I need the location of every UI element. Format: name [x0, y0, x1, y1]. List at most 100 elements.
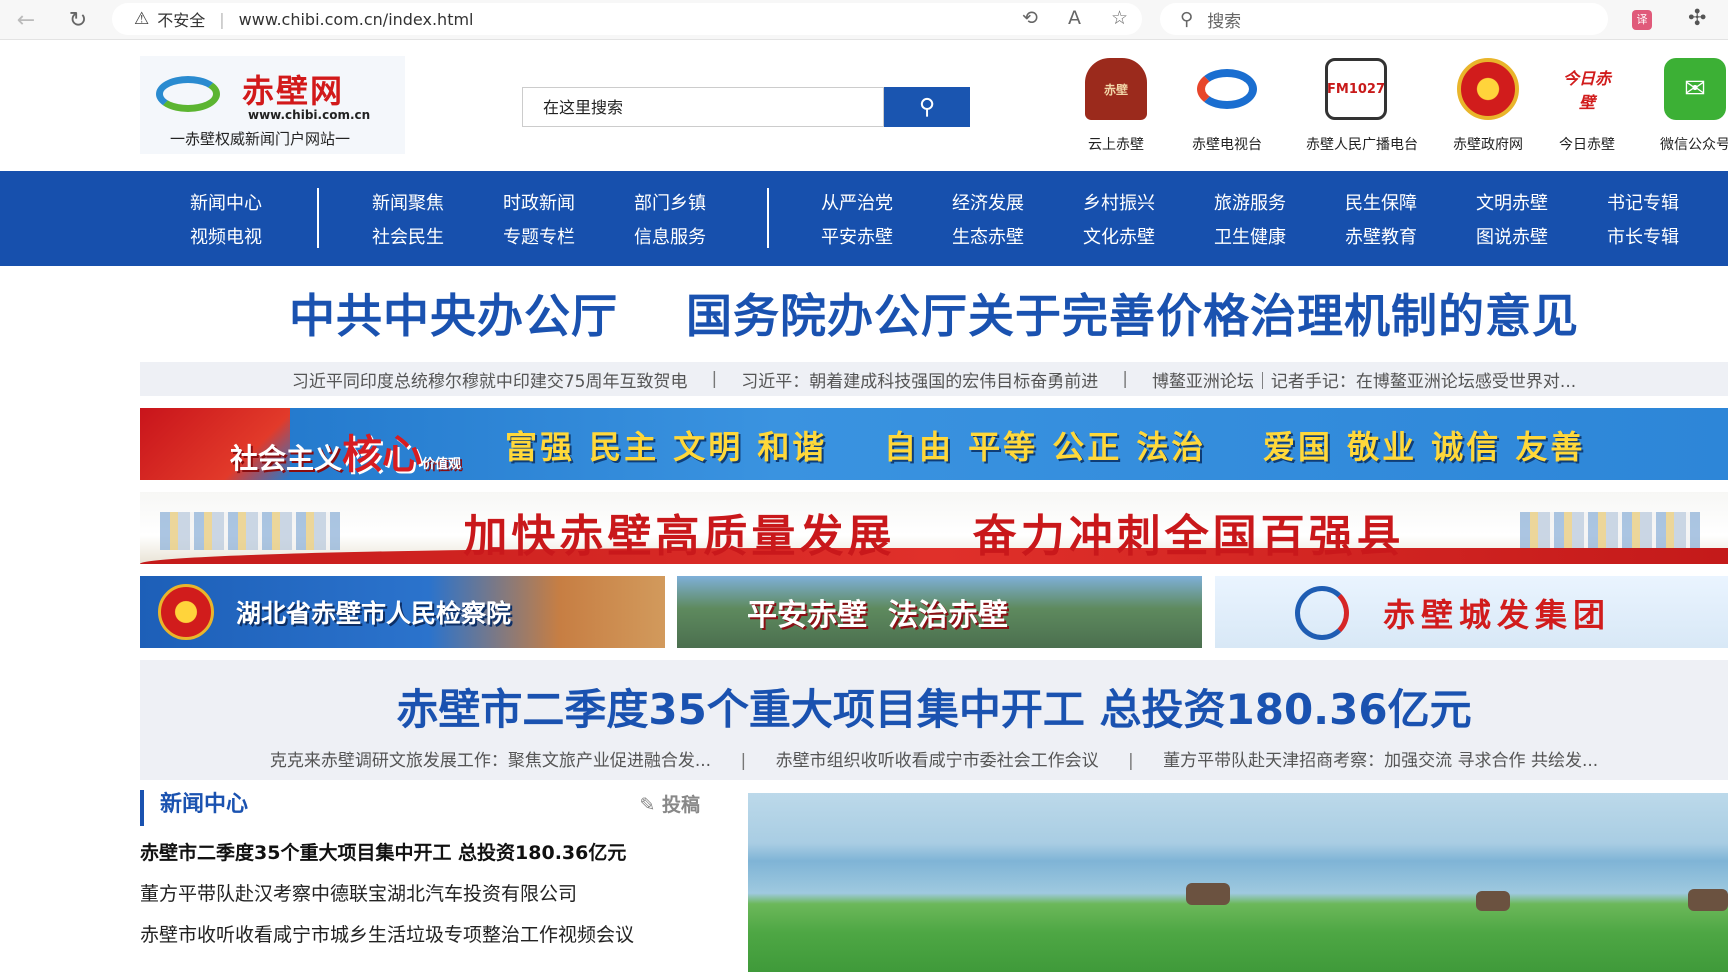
- link-divider: |: [711, 369, 718, 389]
- nav-item[interactable]: 社会民生: [372, 223, 444, 249]
- quick-link-government[interactable]: 赤壁政府网: [1438, 58, 1538, 154]
- browser-search-box[interactable]: ⚲ 搜索: [1160, 3, 1608, 35]
- site-logo[interactable]: 赤壁网 www.chibi.com.cn 一赤壁权威新闻门户网站一: [140, 56, 405, 154]
- nav-item[interactable]: 乡村振兴: [1083, 189, 1155, 215]
- grassland-photo[interactable]: [748, 793, 1728, 972]
- core-values-logo: 社会主义核心价值观: [230, 422, 461, 480]
- news-item[interactable]: 赤壁市收听收看咸宁市城乡生活垃圾专项整治工作视频会议: [140, 920, 700, 947]
- development-text: 加快赤壁高质量发展 奋力冲刺全国百强县: [463, 511, 1405, 562]
- feature-link[interactable]: 董方平带队赴天津招商考察：加强交流 寻求合作 共绘发...: [1163, 751, 1598, 771]
- urban-development-ad-text: 赤壁城发集团: [1383, 596, 1612, 634]
- nav-item[interactable]: 新闻中心: [190, 189, 262, 215]
- core-values-banner[interactable]: 社会主义核心价值观 富强 民主 文明 和谐 自由 平等 公正 法治 爱国 敬业 …: [140, 408, 1728, 480]
- translate-icon[interactable]: ⟲: [1022, 7, 1038, 29]
- wechat-icon: ✉: [1664, 58, 1726, 120]
- nav-item[interactable]: 新闻聚焦: [372, 189, 444, 215]
- cow-figure: [1186, 883, 1230, 905]
- read-aloud-icon[interactable]: A: [1068, 7, 1081, 29]
- nav-item[interactable]: 文化赤壁: [1083, 223, 1155, 249]
- link-divider: |: [740, 751, 747, 771]
- link-divider: |: [1122, 369, 1128, 389]
- logo-domain: www.chibi.com.cn: [248, 108, 371, 122]
- cow-figure: [1476, 891, 1510, 911]
- core-values-text: 富强 民主 文明 和谐 自由 平等 公正 法治 爱国 敬业 诚信 友善: [505, 428, 1586, 466]
- address-divider: |: [219, 9, 225, 29]
- nav-item[interactable]: 经济发展: [952, 189, 1024, 215]
- news-item[interactable]: 赤壁市二季度35个重大项目集中开工 总投资180.36亿元: [140, 838, 700, 865]
- nav-item[interactable]: 从严治党: [821, 189, 893, 215]
- safe-chibi-ad[interactable]: 平安赤壁 法治赤壁: [677, 576, 1202, 648]
- link-divider: |: [1128, 751, 1134, 771]
- core-values-core: 核心: [342, 431, 423, 478]
- quick-link-tv-station[interactable]: 赤壁电视台: [1177, 58, 1277, 154]
- back-arrow-icon[interactable]: ←: [12, 6, 40, 34]
- favorite-star-icon[interactable]: ☆: [1111, 7, 1128, 29]
- edit-icon: ✎: [639, 794, 662, 816]
- nav-item[interactable]: 时政新闻: [503, 189, 575, 215]
- quick-link-today-chibi[interactable]: 今日赤壁 今日赤壁: [1537, 58, 1637, 154]
- nav-item[interactable]: 信息服务: [634, 223, 706, 249]
- nav-item[interactable]: 市长专辑: [1607, 223, 1679, 249]
- nav-item[interactable]: 生态赤壁: [952, 223, 1024, 249]
- headline-link[interactable]: 习近平：朝着建成科技强国的宏伟目标奋勇前进: [741, 367, 1098, 392]
- procuratorate-ad[interactable]: 湖北省赤壁市人民检察院: [140, 576, 665, 648]
- news-center-title: 新闻中心: [160, 792, 249, 817]
- procuratorate-ad-text: 湖北省赤壁市人民检察院: [236, 599, 512, 628]
- refresh-icon[interactable]: ↻: [64, 6, 92, 34]
- submit-article-button[interactable]: ✎ 投稿: [639, 790, 700, 820]
- today-chibi-icon: 今日赤壁: [1562, 69, 1611, 112]
- site-search-input[interactable]: [522, 87, 884, 127]
- nav-item[interactable]: 图说赤壁: [1476, 223, 1548, 249]
- url-text[interactable]: www.chibi.com.cn/index.html: [239, 10, 474, 29]
- extension-icon[interactable]: 译: [1632, 10, 1652, 30]
- nav-item[interactable]: 文明赤壁: [1476, 189, 1548, 215]
- radio-fm1027-icon: FM1027: [1325, 58, 1387, 120]
- nav-divider: [767, 188, 769, 248]
- feature-links: 克克来赤壁调研文旅发展工作：聚焦文旅产业促进融合发... | 赤壁市组织收听收看…: [140, 746, 1728, 771]
- nav-item[interactable]: 部门乡镇: [634, 189, 706, 215]
- news-item[interactable]: 董方平带队赴汉考察中德联宝湖北汽车投资有限公司: [140, 879, 700, 906]
- core-values-suffix: 价值观: [422, 457, 462, 472]
- nav-item[interactable]: 书记专辑: [1607, 189, 1679, 215]
- main-nav: 新闻中心 视频电视 新闻聚焦 社会民生 时政新闻 专题专栏 部门乡镇 信息服务 …: [0, 171, 1728, 266]
- development-banner[interactable]: 加快赤壁高质量发展 奋力冲刺全国百强县: [140, 492, 1728, 564]
- cow-figure: [1688, 889, 1728, 911]
- nav-item[interactable]: 平安赤壁: [821, 223, 893, 249]
- cloud-chibi-icon: 赤壁: [1085, 58, 1147, 120]
- urban-development-ad[interactable]: 赤壁城发集团: [1215, 576, 1728, 648]
- headline-link[interactable]: 习近平同印度总统穆尔穆就中印建交75周年互致贺电: [292, 367, 688, 392]
- feature-headline: 赤壁市二季度35个重大项目集中开工 总投资180.36亿元 克克来赤壁调研文旅发…: [140, 660, 1728, 780]
- safe-chibi-ad-text: 平安赤壁 法治赤壁: [747, 598, 1008, 633]
- quick-link-cloud-chibi[interactable]: 赤壁 云上赤壁: [1066, 58, 1166, 154]
- feature-title[interactable]: 赤壁市二季度35个重大项目集中开工 总投资180.36亿元: [140, 676, 1728, 737]
- nav-item[interactable]: 赤壁教育: [1345, 223, 1417, 249]
- nav-divider: [317, 188, 319, 248]
- logo-slogan: 一赤壁权威新闻门户网站一: [170, 130, 351, 148]
- security-label: 不安全: [157, 11, 206, 30]
- submit-label: 投稿: [661, 794, 700, 816]
- news-center-heading[interactable]: 新闻中心 ✎ 投稿: [140, 790, 700, 826]
- address-bar[interactable]: ⚠ 不安全 | www.chibi.com.cn/index.html ⟲ A …: [112, 3, 1142, 35]
- procuratorate-emblem-icon: [158, 584, 214, 640]
- nav-item[interactable]: 视频电视: [190, 223, 262, 249]
- puzzle-icon[interactable]: ✣: [1688, 6, 1706, 31]
- nav-item[interactable]: 旅游服务: [1214, 189, 1286, 215]
- warning-icon: ⚠: [134, 9, 150, 29]
- nav-item[interactable]: 民生保障: [1345, 189, 1417, 215]
- headline-link[interactable]: 博鳌亚洲论坛｜记者手记：在博鳌亚洲论坛感受世界对...: [1152, 367, 1576, 392]
- site-header: 赤壁网 www.chibi.com.cn 一赤壁权威新闻门户网站一 ⚲ 赤壁 云…: [0, 40, 1728, 171]
- national-emblem-icon: [1457, 58, 1519, 120]
- browser-toolbar: ← ↻ ⚠ 不安全 | www.chibi.com.cn/index.html …: [0, 0, 1728, 40]
- site-search-button[interactable]: ⚲: [884, 87, 970, 127]
- quick-link-wechat[interactable]: ✉ 微信公众号: [1645, 58, 1728, 154]
- tv-station-icon: [1196, 58, 1258, 120]
- quick-link-radio[interactable]: FM1027 赤壁人民广播电台: [1306, 58, 1418, 154]
- headline-title[interactable]: 中共中央办公厅 国务院办公厅关于完善价格治理机制的意见: [140, 280, 1728, 346]
- feature-link[interactable]: 克克来赤壁调研文旅发展工作：聚焦文旅产业促进融合发...: [270, 751, 711, 771]
- nav-item[interactable]: 专题专栏: [503, 223, 575, 249]
- nav-item[interactable]: 卫生健康: [1214, 223, 1286, 249]
- feature-link[interactable]: 赤壁市组织收听收看咸宁市委社会工作会议: [776, 751, 1099, 771]
- site-search: ⚲: [522, 87, 970, 127]
- headline-links: 习近平同印度总统穆尔穆就中印建交75周年互致贺电 | 习近平：朝着建成科技强国的…: [140, 362, 1728, 396]
- logo-swirl-icon: [156, 76, 220, 112]
